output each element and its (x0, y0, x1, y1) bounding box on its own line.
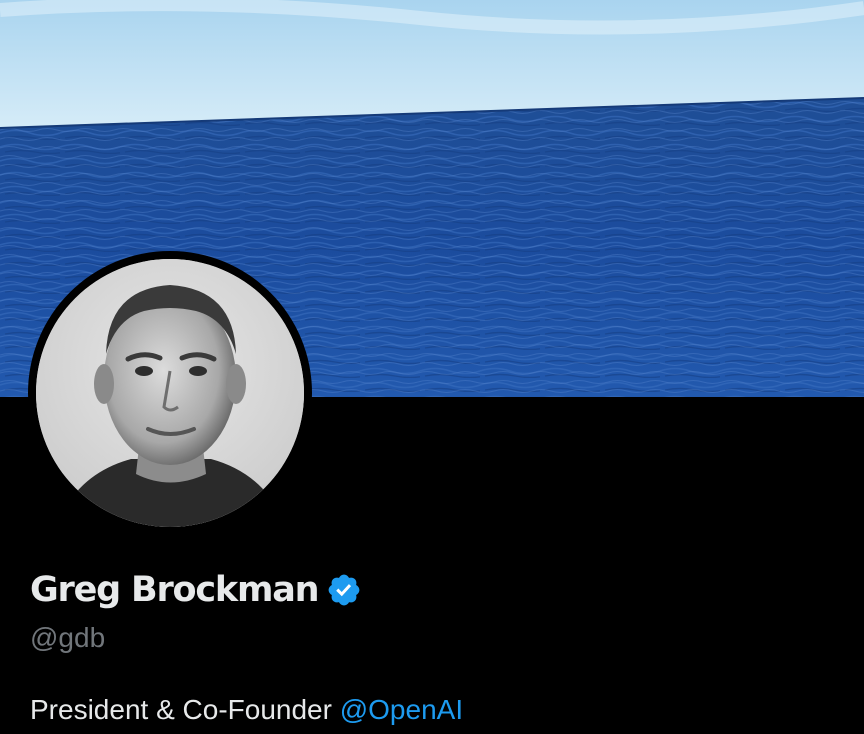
display-name: Greg Brockman (30, 570, 320, 610)
bio-text: President & Co-Founder (30, 694, 340, 725)
verified-badge-icon[interactable] (326, 572, 362, 608)
avatar[interactable] (28, 251, 312, 535)
profile-page: Greg Brockman @gdb President & Co-Founde… (0, 0, 864, 734)
user-handle: @gdb (30, 622, 106, 653)
bio: President & Co-Founder @OpenAI (30, 692, 463, 728)
name-row: Greg Brockman (30, 566, 362, 614)
mention-link-openai[interactable]: @OpenAI (340, 694, 463, 725)
profile-photo (36, 259, 304, 527)
